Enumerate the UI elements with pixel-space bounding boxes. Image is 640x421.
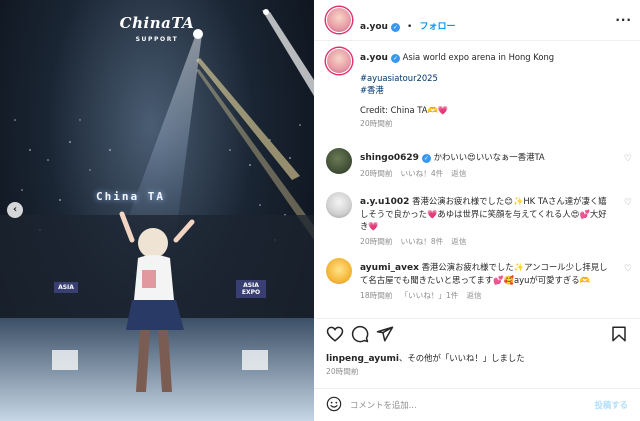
likes-summary: linpeng_ayumi、その他が「いいね！」しました 20時間前 xyxy=(326,352,626,377)
follow-button[interactable]: フォロー xyxy=(419,22,455,32)
banner-left: ASIA xyxy=(54,282,78,293)
caption: a.you ✓ Asia world expo arena in Hong Kon… xyxy=(326,48,626,140)
like-comment-heart-icon[interactable]: ♡ xyxy=(624,264,632,274)
comment-text: かわいい😍いいなぁ一香港TA xyxy=(433,152,545,162)
caption-credit: Credit: China TA🫶💗 xyxy=(360,105,449,115)
comment-reply-button[interactable]: 返信 xyxy=(451,169,466,178)
comment-avatar[interactable] xyxy=(326,148,352,174)
more-options-icon[interactable]: ··· xyxy=(615,13,632,27)
save-bookmark-icon[interactable] xyxy=(610,325,628,343)
post-header: a.you ✓ • フォロー ··· xyxy=(314,0,640,40)
led-sign: China TA xyxy=(96,190,165,203)
header-divider xyxy=(314,40,640,41)
caption-time: 20時間前 xyxy=(360,119,393,128)
comment-bubble-icon[interactable] xyxy=(351,325,369,343)
author-username[interactable]: a.you xyxy=(360,22,388,32)
comment-time: 20時間前 xyxy=(360,169,393,178)
comment-username[interactable]: a.y.u1002 xyxy=(360,197,409,207)
concert-photo xyxy=(0,9,314,421)
verified-badge-icon: ✓ xyxy=(390,23,400,32)
comment-avatar[interactable] xyxy=(326,192,352,218)
header-user: a.you ✓ • フォロー xyxy=(360,14,455,33)
liked-by-rest[interactable]: 、その他が「いいね！」しました xyxy=(399,353,525,363)
comment-username[interactable]: ayumi_avex xyxy=(360,263,419,273)
post-comment-button[interactable]: 投稿する xyxy=(595,399,629,411)
caption-body: a.you ✓ Asia world expo arena in Hong Kon… xyxy=(360,51,620,129)
verified-badge-icon: ✓ xyxy=(390,54,400,63)
caption-avatar[interactable] xyxy=(326,48,352,74)
caption-username[interactable]: a.you xyxy=(360,53,388,63)
post-time: 20時間前 xyxy=(326,367,359,376)
separator-dot: • xyxy=(407,22,413,32)
comment-likes[interactable]: いいね！4件 xyxy=(400,169,443,178)
post-media[interactable]: ChinaTA SUPPORT China TA ASIA ASIA EXPO … xyxy=(0,0,314,421)
caption-text: Asia world expo arena in Hong Kong xyxy=(402,52,555,62)
comment-time: 18時間前 xyxy=(360,291,393,300)
comment-likes[interactable]: いいね！8件 xyxy=(400,237,443,246)
comment-likes[interactable]: 「いいね！」1件 xyxy=(400,291,458,300)
liked-by-username[interactable]: linpeng_ayumi xyxy=(326,354,399,364)
hashtag-hongkong[interactable]: #香港 xyxy=(360,84,620,96)
like-heart-icon[interactable] xyxy=(326,325,344,343)
verified-badge-icon: ✓ xyxy=(421,154,431,163)
author-avatar[interactable] xyxy=(326,7,352,33)
like-comment-heart-icon[interactable]: ♡ xyxy=(624,154,632,164)
previous-slide-button[interactable]: ‹ xyxy=(7,202,23,218)
comment-item: ayumi_avex 香港公演お疲れ様でした✨アンコール少し拝見して名古屋でも聞… xyxy=(326,258,626,314)
comments-divider xyxy=(314,318,640,319)
action-bar xyxy=(326,325,628,343)
china-ta-logo-sub: SUPPORT xyxy=(135,36,179,43)
comment-reply-button[interactable]: 返信 xyxy=(466,291,481,300)
emoji-smile-icon[interactable] xyxy=(326,396,342,412)
comment-time: 20時間前 xyxy=(360,237,393,246)
banner-right: ASIA EXPO xyxy=(236,280,266,298)
comment-avatar[interactable] xyxy=(326,258,352,284)
comment-item: shingo0629 ✓ かわいい😍いいなぁ一香港TA 20時間前 いいね！4件 返信 xyxy=(326,148,626,184)
add-comment-bar: 投稿する xyxy=(314,389,640,421)
hashtag-ayuasiatour[interactable]: #ayuasiatour2025 xyxy=(360,72,620,84)
comment-item: a.y.u1002 香港公演お疲れ様でした😊✨HK TAさん達が凄く嬉しそうで良… xyxy=(326,192,626,250)
share-paper-plane-icon[interactable] xyxy=(376,325,394,343)
comment-input[interactable] xyxy=(350,396,570,414)
comment-username[interactable]: shingo0629 xyxy=(360,153,419,163)
post-detail-panel: a.you ✓ • フォロー ··· a.you ✓ Asia world expo… xyxy=(314,0,640,421)
comment-reply-button[interactable]: 返信 xyxy=(451,237,466,246)
china-ta-logo: ChinaTA xyxy=(119,14,195,32)
like-comment-heart-icon[interactable]: ♡ xyxy=(624,198,632,208)
